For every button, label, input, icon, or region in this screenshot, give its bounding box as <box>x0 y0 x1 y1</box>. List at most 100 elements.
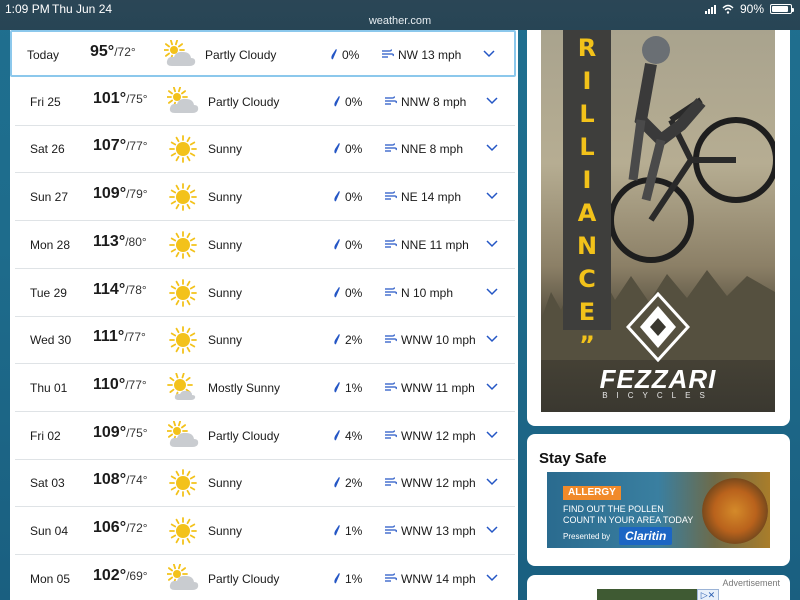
chevron-down-icon[interactable] <box>486 335 498 343</box>
precip-chance: 0% <box>345 237 363 252</box>
forecast-row[interactable]: Sat 03 108°/74° Sunny 2% WNW 12 mph <box>15 460 515 508</box>
status-bar: 1:09 PM Thu Jun 24 weather.com 90% <box>0 0 800 30</box>
chevron-down-icon[interactable] <box>486 192 498 200</box>
battery-icon <box>770 4 794 14</box>
forecast-row[interactable]: Thu 01 110°/77° Mostly Sunny 1% WNW 11 m… <box>15 365 515 412</box>
daily-forecast-list: Today 95°/72° Partly Cloudy 0% NW 13 mph… <box>10 30 518 600</box>
forecast-condition: Sunny <box>208 476 243 491</box>
forecast-row[interactable]: Sun 04 106°/72° Sunny 1% WNW 13 mph <box>15 508 515 555</box>
sunny-icon <box>169 326 197 355</box>
chevron-down-icon[interactable] <box>486 287 498 296</box>
high-temp: 108° <box>93 471 127 489</box>
forecast-row[interactable]: Sun 27 109°/79° Sunny 0% NE 14 mph <box>15 174 515 222</box>
forecast-day: Wed 30 <box>30 333 72 348</box>
stay-safe-title: Stay Safe <box>539 450 607 467</box>
wind-speed: N 10 mph <box>401 285 454 300</box>
sunny-icon <box>169 469 197 498</box>
chevron-down-icon[interactable] <box>486 431 498 439</box>
forecast-condition: Mostly Sunny <box>208 380 281 395</box>
rain-drop-icon <box>334 191 340 202</box>
precip-chance: 0% <box>345 285 363 300</box>
forecast-condition: Partly Cloudy <box>205 48 277 62</box>
low-temp: /77° <box>126 139 148 154</box>
low-temp: /80° <box>125 234 147 249</box>
chevron-down-icon[interactable] <box>486 240 498 248</box>
sunny-icon <box>169 278 197 307</box>
low-temp: /77° <box>124 330 146 345</box>
forecast-temps: 110°/77° <box>93 376 147 394</box>
battery-percent: 90% <box>739 2 764 16</box>
status-indicators: 90% <box>704 2 794 16</box>
bike-ad-image[interactable]: R I L L I A N C E” FEZZARI BICYCLES <box>541 30 775 412</box>
allergy-tag: ALLERGY <box>563 486 621 500</box>
ad-vertical-text: R I L L I A N C E” <box>576 34 598 359</box>
forecast-row[interactable]: Tue 29 114°/78° Sunny 0% N 10 mph <box>15 270 515 317</box>
forecast-row[interactable]: Wed 30 111°/77° Sunny 2% WNW 10 mph <box>15 317 515 365</box>
ad-close-icon[interactable]: ▷✕ <box>697 589 719 600</box>
forecast-row[interactable]: Mon 05 102°/69° Partly Cloudy 1% WNW 14 … <box>15 556 515 600</box>
forecast-day: Tue 29 <box>30 285 67 300</box>
bottom-ad-card[interactable]: Advertisement ▷✕ <box>527 575 790 600</box>
forecast-row[interactable]: Sat 26 107°/77° Sunny 0% NNE 8 mph <box>15 126 515 174</box>
precip-chance: 0% <box>345 94 363 109</box>
sunny-icon <box>169 517 197 545</box>
high-temp: 114° <box>93 280 126 298</box>
ad-card-bike[interactable]: R I L L I A N C E” FEZZARI BICYCLES <box>527 30 790 426</box>
wind-icon <box>385 429 397 439</box>
chevron-down-icon[interactable] <box>486 478 498 486</box>
wind-icon <box>385 334 397 343</box>
high-temp: 102° <box>93 566 127 584</box>
precip-chance: 0% <box>345 190 363 205</box>
wifi-icon <box>722 4 734 14</box>
chevron-down-icon[interactable] <box>483 50 495 58</box>
forecast-row[interactable]: Fri 25 101°/75° Partly Cloudy 0% NNW 8 m… <box>15 79 515 126</box>
allergy-line-2: COUNT IN YOUR AREA TODAY <box>563 515 694 525</box>
high-temp: 110° <box>93 375 126 393</box>
allergy-ad[interactable]: ALLERGY FIND OUT THE POLLEN COUNT IN YOU… <box>547 472 770 548</box>
high-temp: 109° <box>93 423 127 441</box>
rain-drop-icon <box>334 143 340 154</box>
forecast-row[interactable]: Today 95°/72° Partly Cloudy 0% NW 13 mph <box>10 30 516 77</box>
rain-drop-icon <box>334 381 340 393</box>
low-temp: /78° <box>125 282 147 297</box>
wind-speed: NW 13 mph <box>398 48 462 62</box>
chevron-down-icon[interactable] <box>486 97 498 105</box>
wind-icon <box>385 525 397 534</box>
wind-speed: WNW 11 mph <box>401 380 475 395</box>
wind-icon <box>385 95 397 105</box>
wind-icon <box>382 49 394 58</box>
rain-drop-icon <box>334 429 340 440</box>
chevron-down-icon[interactable] <box>486 144 498 152</box>
high-temp: 113° <box>93 232 126 250</box>
partly-cloudy-icon <box>167 420 199 447</box>
precip-chance: 1% <box>345 524 363 538</box>
wind-speed: WNW 12 mph <box>401 428 476 443</box>
wind-icon <box>385 191 397 200</box>
wind-speed: WNW 10 mph <box>401 333 476 348</box>
rain-drop-icon <box>334 525 340 536</box>
forecast-day: Sun 04 <box>30 524 69 538</box>
forecast-row[interactable]: Fri 02 109°/75° Partly Cloudy 4% WNW 12 … <box>15 413 515 460</box>
ad-brand-sub: BICYCLES <box>602 391 714 400</box>
presented-by: Presented by <box>563 532 611 541</box>
sunny-icon <box>169 183 197 211</box>
forecast-condition: Sunny <box>208 333 243 348</box>
rain-drop-icon <box>331 49 337 60</box>
wind-speed: NE 14 mph <box>401 190 462 205</box>
forecast-condition: Sunny <box>208 237 243 252</box>
chevron-down-icon[interactable] <box>486 526 498 534</box>
wind-icon <box>385 286 397 296</box>
low-temp: /79° <box>126 187 148 202</box>
wind-speed: NNE 8 mph <box>401 142 464 157</box>
rain-drop-icon <box>334 286 340 297</box>
chevron-down-icon[interactable] <box>486 383 498 391</box>
wind-icon <box>385 143 397 152</box>
forecast-row[interactable]: Mon 28 113°/80° Sunny 0% NNE 11 mph <box>15 222 515 269</box>
chevron-down-icon[interactable] <box>486 574 498 582</box>
address-url[interactable]: weather.com <box>0 15 800 27</box>
high-temp: 106° <box>93 519 127 536</box>
precip-chance: 1% <box>345 380 363 395</box>
forecast-temps: 111°/77° <box>93 328 146 346</box>
forecast-condition: Sunny <box>208 190 243 205</box>
fezzari-logo-icon <box>626 292 690 362</box>
